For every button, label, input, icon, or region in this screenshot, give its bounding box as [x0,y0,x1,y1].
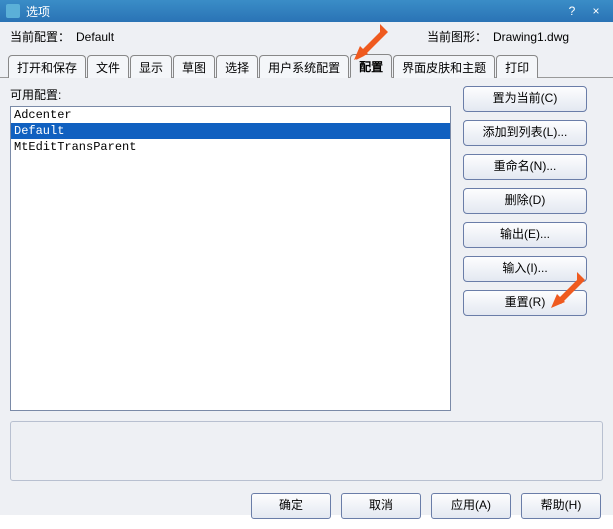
close-icon[interactable]: × [585,3,607,19]
tab-1[interactable]: 文件 [87,55,129,78]
empty-group-box [10,421,603,481]
list-item[interactable]: Adcenter [11,107,450,123]
profiles-label: 可用配置: [10,86,451,103]
tab-7[interactable]: 界面皮肤和主题 [393,55,495,78]
window-title: 选项 [26,3,50,20]
app-icon [6,4,20,18]
tab-4[interactable]: 选择 [216,55,258,78]
list-item[interactable]: Default [11,123,450,139]
tab-strip: 打开和保存文件显示草图选择用户系统配置配置界面皮肤和主题打印 [0,47,613,78]
header-row: 当前配置： Default 当前图形： Drawing1.dwg [0,22,613,47]
current-config-value: Default [76,30,236,44]
current-drawing-label: 当前图形： [427,28,487,45]
tab-5[interactable]: 用户系统配置 [259,55,349,78]
tab-2[interactable]: 显示 [130,55,172,78]
rename-button[interactable]: 重命名(N)... [463,154,587,180]
export-button[interactable]: 输出(E)... [463,222,587,248]
tab-3[interactable]: 草图 [173,55,215,78]
ok-button[interactable]: 确定 [251,493,331,519]
help-button-titlebar[interactable]: ? [561,3,583,19]
cancel-button[interactable]: 取消 [341,493,421,519]
import-button[interactable]: 输入(I)... [463,256,587,282]
current-config-label: 当前配置： [10,28,70,45]
apply-button[interactable]: 应用(A) [431,493,511,519]
reset-button[interactable]: 重置(R) [463,290,587,316]
help-button[interactable]: 帮助(H) [521,493,601,519]
set-current-button[interactable]: 置为当前(C) [463,86,587,112]
current-drawing-value: Drawing1.dwg [493,30,603,44]
delete-button[interactable]: 删除(D) [463,188,587,214]
list-item[interactable]: MtEditTransParent [11,139,450,155]
tab-0[interactable]: 打开和保存 [8,55,86,78]
add-to-list-button[interactable]: 添加到列表(L)... [463,120,587,146]
profiles-listbox[interactable]: AdcenterDefaultMtEditTransParent [10,106,451,411]
options-dialog: 选项 ? × 当前配置： Default 当前图形： Drawing1.dwg … [0,0,613,515]
tab-8[interactable]: 打印 [496,55,538,78]
title-bar: 选项 ? × [0,0,613,22]
dialog-footer: 确定 取消 应用(A) 帮助(H) [0,487,613,529]
tab-6[interactable]: 配置 [350,54,392,78]
